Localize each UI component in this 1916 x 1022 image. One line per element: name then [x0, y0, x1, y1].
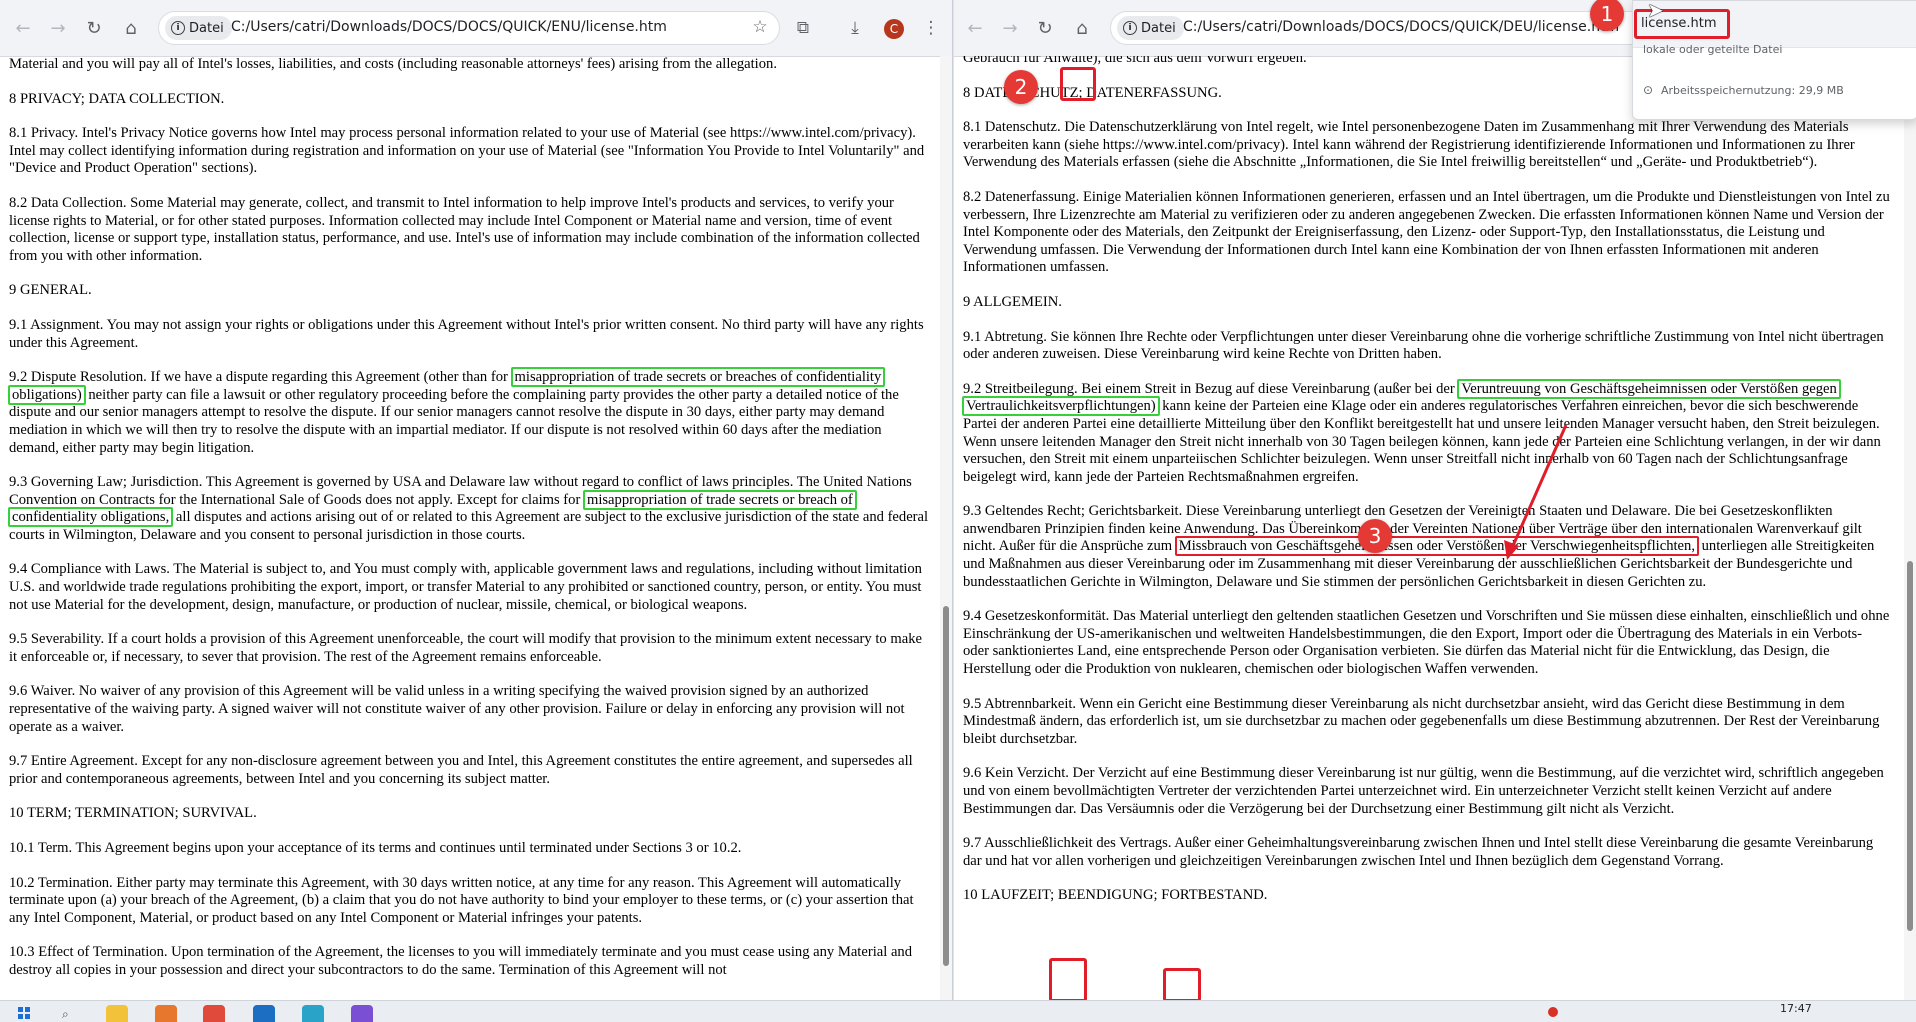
address-bar[interactable]: i Datei C:/Users/catri/Downloads/DOCS/DO…	[158, 11, 780, 45]
paragraph: 9.7 Ausschließlichkeit des Vertrags. Auß…	[963, 835, 1874, 869]
section-heading: 8 PRIVACY; DATA COLLECTION.	[9, 90, 225, 107]
windows-start-icon[interactable]	[18, 1007, 30, 1019]
annotation-box	[1049, 958, 1087, 1002]
document-content-left: Material and you will pay all of Intel's…	[0, 56, 940, 1000]
firefox-icon[interactable]	[155, 1005, 177, 1022]
paragraph-governing-law: 9.3 Governing Law; Jurisdiction. This Ag…	[8, 474, 932, 544]
clock-time[interactable]: 17:47	[1780, 1002, 1812, 1015]
profile-avatar[interactable]: C	[884, 19, 904, 39]
memory-usage: Arbeitsspeichernutzung: 29,9 MB	[1661, 84, 1844, 97]
section-heading: 10 LAUFZEIT; BEENDIGUNG; FORTBESTAND.	[963, 887, 1268, 904]
extensions-icon[interactable]: ⧉	[790, 15, 816, 41]
back-icon[interactable]: ←	[961, 14, 989, 42]
annotation-box	[1163, 968, 1201, 1002]
url-text[interactable]: C:/Users/catri/Downloads/DOCS/DOCS/QUICK…	[231, 19, 667, 35]
mouse-cursor-icon: ➤	[1647, 0, 1664, 22]
paragraph: 9.6 Kein Verzicht. Der Verzicht auf eine…	[963, 765, 1884, 817]
paragraph: 10.2 Termination. Either party may termi…	[9, 874, 914, 926]
scrollbar-thumb[interactable]	[1907, 561, 1913, 931]
annotation-badge: 3	[1358, 519, 1392, 553]
outlook-icon[interactable]	[253, 1005, 275, 1022]
text-run: 9.2 Streitbeilegung. Bei einem Streit in…	[963, 380, 1459, 397]
taskbar: ⌕ 17:47	[0, 1000, 1916, 1022]
download-icon[interactable]: ⤓	[842, 15, 868, 41]
memory-icon: ⊙	[1643, 83, 1654, 97]
info-icon: i	[1123, 21, 1137, 35]
paragraph: 8.2 Datenerfassung. Einige Materialien k…	[963, 188, 1890, 276]
forward-icon[interactable]: →	[44, 14, 72, 42]
paragraph: 9.1 Assignment. You may not assign your …	[9, 316, 924, 351]
site-info-chip[interactable]: i Datei	[1117, 16, 1184, 40]
paragraph: 9.4 Compliance with Laws. The Material i…	[9, 561, 922, 613]
chip-label: Datei	[189, 20, 224, 36]
browser-window-left: ← → ↻ ⌂ i Datei C:/Users/catri/Downloads…	[0, 0, 953, 1000]
section-heading: 9 GENERAL.	[9, 282, 92, 299]
annotation-badge: 2	[1004, 70, 1038, 104]
scrollbar[interactable]	[1904, 56, 1916, 1000]
paragraph: 9.5 Severability. If a court holds a pro…	[9, 631, 922, 665]
search-icon[interactable]: ⌕	[62, 1007, 76, 1021]
browser-window-right: ← → ↻ ⌂ i Datei C:/Users/catri/Downloads…	[954, 0, 1916, 1000]
paragraph: 8.1 Datenschutz. Die Datenschutzerklärun…	[963, 119, 1855, 171]
home-icon[interactable]: ⌂	[1068, 14, 1096, 42]
url-text[interactable]: C:/Users/catri/Downloads/DOCS/DOCS/QUICK…	[1183, 19, 1619, 35]
paragraph-dispute-resolution: 9.2 Dispute Resolution. If we have a dis…	[8, 367, 932, 457]
site-info-chip[interactable]: i Datei	[165, 16, 232, 40]
scrollbar-thumb[interactable]	[943, 606, 949, 966]
text-run: 9.2 Dispute Resolution. If we have a dis…	[9, 369, 512, 386]
red-highlight: Missbrauch von Geschäftsgeheimnissen ode…	[1174, 536, 1699, 557]
paragraph: 10.3 Effect of Termination. Upon termina…	[9, 944, 913, 978]
reload-icon[interactable]: ↻	[80, 14, 108, 42]
tab-hover-card: license.htm lokale oder geteilte Datei ⊙…	[1632, 0, 1916, 120]
section-heading: 10 TERM; TERMINATION; SURVIVAL.	[9, 805, 257, 822]
scrollbar[interactable]	[940, 56, 952, 1000]
paragraph: 9.6 Waiver. No waiver of any provision o…	[9, 683, 905, 735]
edge-icon[interactable]	[302, 1005, 324, 1022]
info-icon: i	[171, 21, 185, 35]
paragraph: 9.7 Entire Agreement. Except for any non…	[9, 753, 913, 787]
paragraph: 8.2 Data Collection. Some Material may g…	[9, 194, 920, 264]
paragraph-geltendes-recht: 9.3 Geltendes Recht; Gerichtsbarkeit. Di…	[963, 503, 1890, 591]
forward-icon[interactable]: →	[996, 14, 1024, 42]
hover-card-subtitle: lokale oder geteilte Datei	[1643, 43, 1783, 56]
annotation-box	[1060, 67, 1096, 101]
home-icon[interactable]: ⌂	[117, 14, 145, 42]
text-run: neither party can file a lawsuit or othe…	[9, 386, 899, 456]
menu-icon[interactable]: ⋮	[918, 15, 944, 41]
file-explorer-icon[interactable]	[106, 1005, 128, 1022]
document-content-right: Gebrauch für Anwälte), die sich aus dem …	[954, 56, 1904, 1000]
paragraph: 9.4 Gesetzeskonformität. Das Material un…	[963, 608, 1890, 678]
section-heading: 9 ALLGEMEIN.	[963, 293, 1062, 310]
paragraph-streitbeilegung: 9.2 Streitbeilegung. Bei einem Streit in…	[962, 378, 1890, 487]
highlighted-text: Missbrauch von Geschäftsgeheimnissen ode…	[1178, 538, 1695, 555]
chip-label: Datei	[1141, 20, 1176, 36]
notification-icon[interactable]	[1548, 1007, 1558, 1017]
back-icon[interactable]: ←	[9, 14, 37, 42]
paragraph: 9.1 Abtretung. Sie können Ihre Rechte od…	[963, 328, 1884, 363]
bookmark-star-icon[interactable]: ☆	[747, 14, 773, 40]
paragraph: 9.5 Abtrennbarkeit. Wenn ein Gericht ein…	[963, 695, 1880, 747]
paragraph: 8.1 Privacy. Intel's Privacy Notice gove…	[9, 125, 925, 177]
reload-icon[interactable]: ↻	[1031, 14, 1059, 42]
app-icon[interactable]	[351, 1005, 373, 1022]
address-bar[interactable]: i Datei C:/Users/catri/Downloads/DOCS/DO…	[1110, 11, 1650, 45]
chrome-icon[interactable]	[203, 1005, 225, 1022]
paragraph: 10.1 Term. This Agreement begins upon yo…	[9, 840, 742, 856]
paragraph: Material and you will pay all of Intel's…	[9, 56, 777, 72]
browser-toolbar: ← → ↻ ⌂ i Datei C:/Users/catri/Downloads…	[0, 0, 952, 57]
